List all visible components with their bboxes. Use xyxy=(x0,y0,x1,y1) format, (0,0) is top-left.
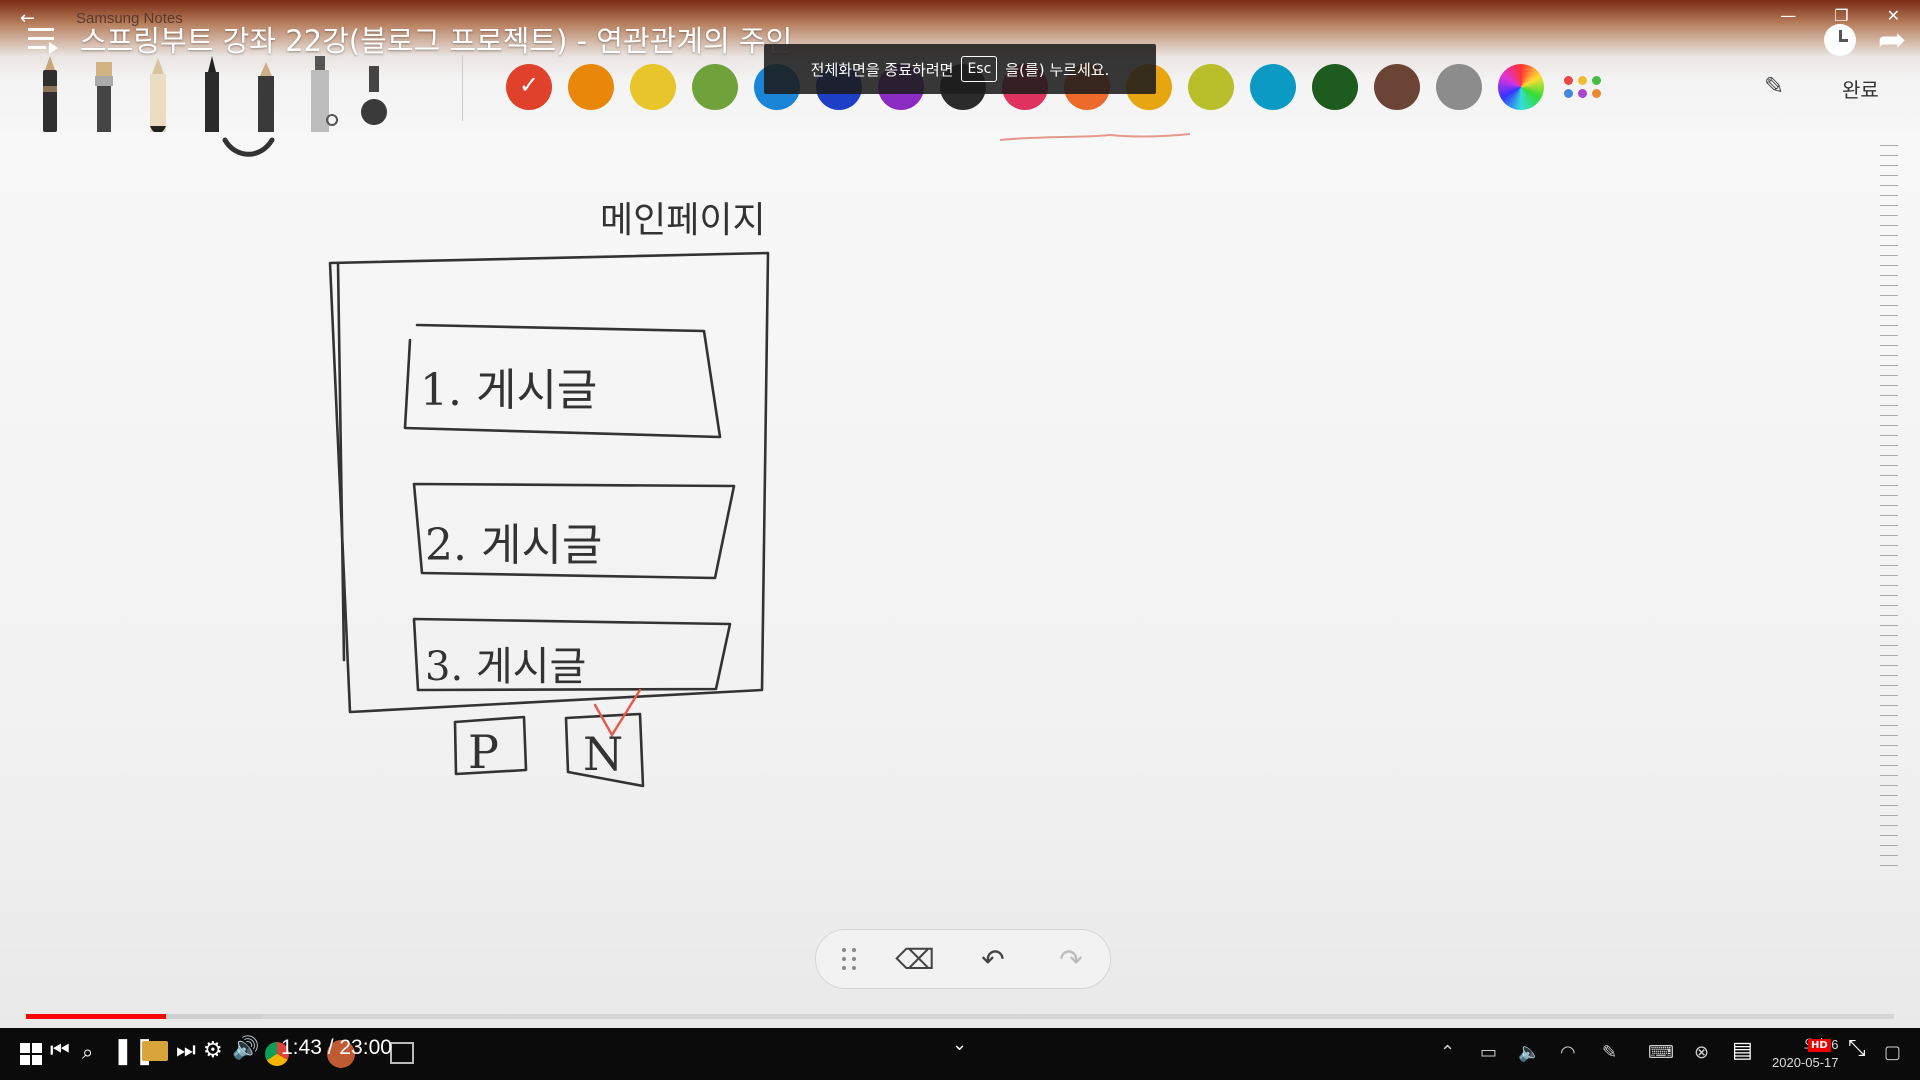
windows-start-icon[interactable] xyxy=(20,1043,42,1065)
time-display: 1:43 / 23:00 xyxy=(281,1036,392,1059)
eraser-pen-icon[interactable] xyxy=(354,56,394,132)
brush-icon[interactable] xyxy=(84,56,124,132)
page-scroll-ruler[interactable] xyxy=(1880,145,1898,875)
color-swatch-green[interactable] xyxy=(692,64,738,110)
color-swatch-brown[interactable] xyxy=(1374,64,1420,110)
playlist-menu-icon[interactable] xyxy=(28,28,58,54)
color-swatch-cyan[interactable] xyxy=(1250,64,1296,110)
palette-more-icon[interactable] xyxy=(1560,64,1606,110)
speaker-icon[interactable]: 🔈 xyxy=(1518,1042,1540,1063)
clock-date: 2020-05-17 xyxy=(1772,1055,1839,1070)
esc-hint-before: 전체화면을 종료하려면 xyxy=(810,60,954,79)
undo-icon[interactable]: ↶ xyxy=(973,943,1013,976)
note-canvas[interactable] xyxy=(0,133,1920,1028)
notification-icon[interactable]: ▢ xyxy=(1884,1042,1901,1063)
chevron-down-icon[interactable]: ⌄ xyxy=(952,1034,967,1055)
task-view-icon[interactable] xyxy=(390,1042,414,1064)
pen-tools xyxy=(30,56,394,134)
exit-fullscreen-icon[interactable]: ⤡ xyxy=(1848,1036,1866,1061)
color-swatch-orange[interactable] xyxy=(568,64,614,110)
toolbar-divider xyxy=(462,55,463,121)
color-wheel-icon[interactable] xyxy=(1498,64,1544,110)
video-title[interactable]: 스프링부트 강좌 22강(블로그 프로젝트) - 연관관계의 주인 xyxy=(80,18,792,60)
watch-later-icon[interactable] xyxy=(1820,20,1860,60)
done-button[interactable]: 완료 xyxy=(1842,74,1879,103)
share-icon[interactable]: ➦ xyxy=(1872,20,1912,60)
previous-icon[interactable]: ⏮ xyxy=(50,1038,70,1063)
drag-handle-icon[interactable] xyxy=(842,948,857,970)
esc-key-label: Esc xyxy=(961,56,998,82)
color-swatch-gray[interactable] xyxy=(1436,64,1482,110)
eraser-icon[interactable]: ⌫ xyxy=(895,943,935,976)
marker-icon[interactable] xyxy=(246,56,286,132)
close-circle-icon[interactable]: ⊗ xyxy=(1694,1042,1709,1063)
tray-expand-icon[interactable]: ⌃ xyxy=(1440,1042,1455,1063)
color-swatch-olive[interactable] xyxy=(1188,64,1234,110)
minimize-icon[interactable]: — xyxy=(1780,6,1796,25)
color-swatch-dark-green[interactable] xyxy=(1312,64,1358,110)
back-arrow-icon[interactable]: ← xyxy=(20,8,40,29)
battery-icon[interactable]: ▭ xyxy=(1480,1042,1497,1063)
keyboard-icon[interactable]: ⌨ xyxy=(1648,1042,1674,1063)
progress-played xyxy=(26,1014,166,1019)
volume-icon[interactable]: 🔊 xyxy=(232,1036,259,1061)
subtitles-icon[interactable]: ▤ xyxy=(1732,1038,1753,1063)
settings-icon[interactable]: ⚙ xyxy=(203,1038,223,1063)
pencil-icon[interactable] xyxy=(138,56,178,134)
hd-badge: HD xyxy=(1808,1039,1831,1052)
fullscreen-exit-hint: 전체화면을 종료하려면 Esc 을(를) 누르세요. xyxy=(764,44,1156,94)
eyedropper-icon[interactable]: ✎ xyxy=(1764,72,1794,102)
file-explorer-icon[interactable] xyxy=(142,1041,168,1061)
next-icon[interactable]: ⏭ xyxy=(176,1038,196,1063)
floating-toolbar: ⌫ ↶ ↷ xyxy=(815,929,1111,989)
search-icon[interactable]: ⌕ xyxy=(82,1040,93,1064)
video-progress-bar[interactable] xyxy=(26,1014,1894,1019)
highlighter-icon[interactable] xyxy=(300,56,340,132)
color-swatch-red[interactable] xyxy=(506,64,552,110)
fountain-pen-icon[interactable] xyxy=(30,56,70,132)
pen-workspace-icon[interactable]: ✎ xyxy=(1602,1042,1617,1063)
esc-hint-after: 을(를) 누르세요. xyxy=(1005,60,1110,79)
color-swatch-yellow[interactable] xyxy=(630,64,676,110)
redo-icon[interactable]: ↷ xyxy=(1051,943,1091,976)
network-icon[interactable]: ◠ xyxy=(1560,1042,1576,1063)
calligraphy-pen-icon[interactable] xyxy=(192,56,232,132)
